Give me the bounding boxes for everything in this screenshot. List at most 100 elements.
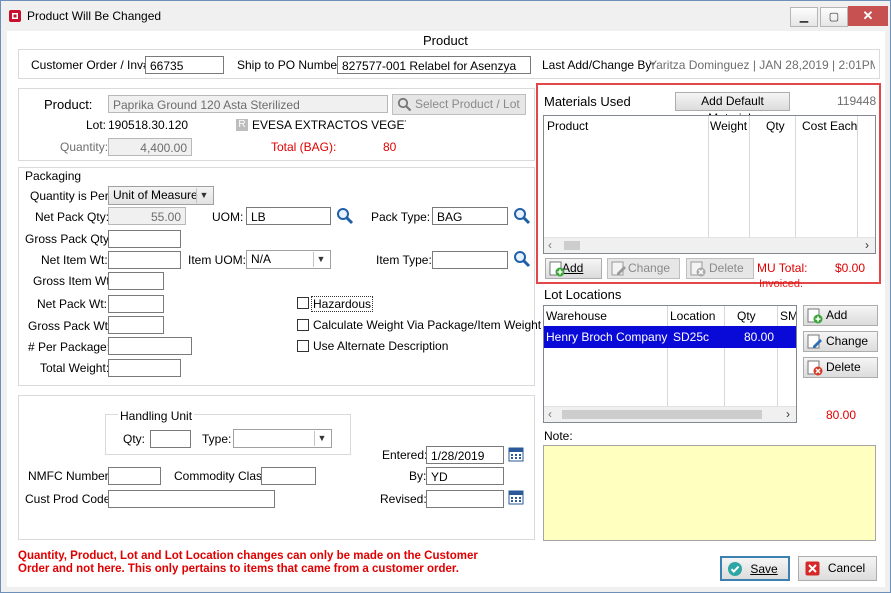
- lot-add-button[interactable]: Add: [803, 305, 878, 326]
- qty-per-label: Quantity is Per:: [30, 189, 113, 203]
- customer-order-field[interactable]: 66735: [145, 56, 224, 74]
- cust-prod-label: Cust Prod Code:: [25, 492, 114, 506]
- note-textarea[interactable]: [543, 445, 876, 541]
- net-pack-qty-field[interactable]: 55.00: [108, 207, 186, 225]
- add-icon: [807, 308, 823, 324]
- select-product-lot-button[interactable]: Select Product / Lot: [392, 94, 526, 115]
- table-row[interactable]: Henry Broch Company SD25c 80.00: [544, 326, 796, 348]
- hu-type-select[interactable]: ▼: [233, 429, 332, 448]
- alt-desc-label: Use Alternate Description: [313, 339, 449, 353]
- product-field[interactable]: Paprika Ground 120 Asta Sterilized: [108, 95, 388, 113]
- revised-field[interactable]: [426, 490, 504, 508]
- delete-icon: [807, 360, 823, 376]
- pack-type-field[interactable]: BAG: [432, 207, 508, 225]
- lot-locations-grid[interactable]: Warehouse Location Qty SM Henry Broch Co…: [543, 305, 797, 423]
- lot-change-button[interactable]: Change: [803, 331, 878, 352]
- product-label: Product:: [44, 97, 93, 112]
- item-uom-value: N/A: [251, 252, 272, 266]
- cust-prod-field[interactable]: [108, 490, 275, 508]
- item-type-field[interactable]: [432, 251, 508, 269]
- maximize-button[interactable]: ▢: [820, 7, 848, 27]
- net-pack-wt-field[interactable]: [108, 295, 164, 313]
- edit-icon: [807, 334, 822, 349]
- r-badge: R: [236, 119, 248, 131]
- total-bag-label: Total (BAG):: [271, 140, 337, 154]
- note-label: Note:: [544, 429, 573, 443]
- item-type-search-icon[interactable]: [512, 249, 532, 269]
- gross-pack-wt-field[interactable]: [108, 316, 164, 334]
- ship-to-po-label: Ship to PO Number:: [237, 58, 345, 72]
- hu-type-label: Type:: [202, 432, 232, 446]
- close-window-button[interactable]: ✕: [848, 6, 888, 26]
- hu-qty-field[interactable]: [150, 430, 191, 448]
- nmfc-label: NMFC Number:: [28, 469, 113, 483]
- col-qty: Qty: [766, 119, 785, 133]
- uom-label: UOM:: [212, 210, 244, 224]
- chevron-right-icon[interactable]: ›: [865, 238, 869, 252]
- cancel-button[interactable]: Cancel: [798, 556, 877, 581]
- materials-hscrollbar[interactable]: ‹ ›: [544, 237, 875, 253]
- entered-field[interactable]: 1/28/2019: [426, 446, 504, 464]
- col-cost-each: Cost Each: [802, 119, 858, 133]
- entered-label: Entered:: [382, 448, 428, 462]
- lot-delete-button[interactable]: Delete: [803, 357, 878, 378]
- calendar-icon[interactable]: [508, 446, 524, 462]
- app-icon: [9, 10, 21, 22]
- calendar-icon[interactable]: [508, 489, 524, 505]
- materials-grid[interactable]: Product Weight Qty Cost Each ‹ ›: [543, 115, 876, 254]
- col-qty: Qty: [737, 309, 756, 323]
- chevron-left-icon[interactable]: ‹: [548, 238, 552, 252]
- nmfc-field[interactable]: [108, 467, 161, 485]
- uom-search-icon[interactable]: [335, 206, 355, 226]
- scroll-thumb[interactable]: [564, 241, 580, 250]
- qty-per-select[interactable]: Unit of Measure ▼: [108, 186, 214, 205]
- materials-change-button[interactable]: Change: [607, 258, 680, 279]
- scroll-thumb[interactable]: [562, 410, 762, 419]
- save-button[interactable]: Save: [720, 556, 790, 581]
- item-uom-select[interactable]: N/A ▼: [246, 250, 331, 269]
- total-bag-value: 80: [383, 140, 397, 154]
- gross-item-wt-field[interactable]: [108, 272, 164, 290]
- qty-per-value: Unit of Measure: [113, 188, 198, 202]
- quantity-field[interactable]: 4,400.00: [108, 138, 192, 156]
- last-change-label: Last Add/Change By:: [542, 58, 655, 72]
- chevron-down-icon: ▼: [196, 188, 211, 203]
- net-item-wt-field[interactable]: [108, 251, 181, 269]
- add-default-materials-button[interactable]: Add Default Materials: [675, 92, 790, 125]
- lot-add-label: Add: [826, 308, 848, 322]
- magnifier-icon: [397, 97, 412, 112]
- delete-icon: [690, 261, 706, 277]
- commodity-field[interactable]: [261, 467, 316, 485]
- last-change-value: Yaritza Dominguez | JAN 28,2019 | 2:01PM…: [649, 58, 875, 72]
- net-pack-wt-label: Net Pack Wt:: [37, 297, 108, 311]
- uom-field[interactable]: LB: [246, 207, 331, 225]
- total-weight-field[interactable]: [108, 359, 181, 377]
- calc-weight-checkbox[interactable]: [297, 319, 309, 331]
- chevron-down-icon: ▼: [313, 252, 328, 267]
- lot-hscrollbar[interactable]: ‹ ›: [544, 406, 796, 422]
- materials-add-button[interactable]: Add: [545, 258, 602, 279]
- gross-pack-qty-field[interactable]: [108, 230, 181, 248]
- per-package-field[interactable]: [108, 337, 192, 355]
- ship-to-po-field[interactable]: 827577-001 Relabel for Asenzya: [337, 56, 531, 74]
- hazardous-checkbox[interactable]: [297, 297, 309, 309]
- revised-label: Revised:: [380, 492, 427, 506]
- alt-desc-checkbox[interactable]: [297, 340, 309, 352]
- item-uom-label: Item UOM:: [188, 253, 247, 267]
- col-sm: SM: [780, 309, 797, 323]
- minimize-button[interactable]: ▁: [790, 7, 818, 27]
- by-field[interactable]: YD: [426, 467, 504, 485]
- warning-message: Quantity, Product, Lot and Lot Location …: [18, 550, 478, 575]
- materials-delete-button[interactable]: Delete: [686, 258, 754, 279]
- chevron-left-icon[interactable]: ‹: [548, 407, 552, 421]
- pack-type-search-icon[interactable]: [512, 206, 532, 226]
- item-type-label: Item Type:: [376, 253, 432, 267]
- lot-label: Lot:: [86, 118, 107, 132]
- pack-type-label: Pack Type:: [371, 210, 431, 224]
- product-change-window: Product Will Be Changed ▁ ▢ ✕ Product Cu…: [0, 0, 891, 593]
- chevron-right-icon[interactable]: ›: [786, 407, 790, 421]
- gross-pack-wt-label: Gross Pack Wt:: [28, 319, 112, 333]
- section-title: Product: [423, 33, 468, 48]
- add-icon: [549, 261, 565, 277]
- calc-weight-label: Calculate Weight Via Package/Item Weight: [313, 318, 542, 332]
